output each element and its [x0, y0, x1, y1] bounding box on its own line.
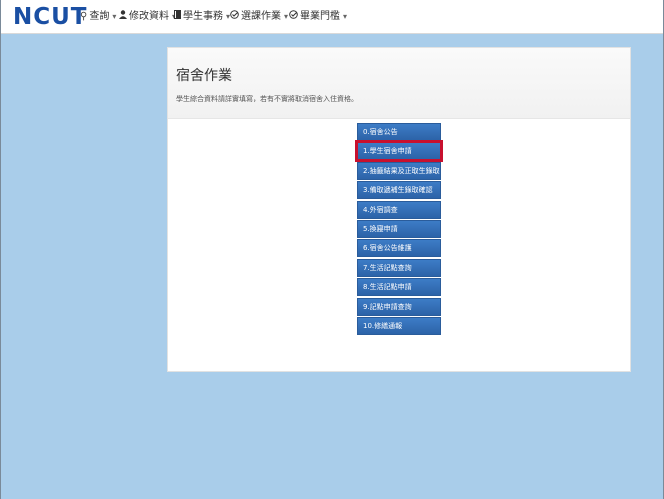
menu-item-repair-report[interactable]: 10.修繕通報 [357, 316, 441, 335]
nav-course-selection-label: 選課作業 [241, 11, 281, 22]
chevron-down-icon: ▾ [343, 12, 348, 21]
dormitory-menu: 0.宿舍公告 1.學生宿舍申請 2.抽籤結果及正取生錄取確認 3.備取遞補生錄取… [355, 123, 443, 336]
nav-course-selection[interactable]: 選課作業 ▾ [230, 10, 288, 24]
menu-item-points-apply[interactable]: 8.生活記點申請 [357, 278, 441, 297]
nav-student-affairs[interactable]: 學生事務 ▾ [174, 10, 230, 24]
menu-item-lottery-result[interactable]: 2.抽籤結果及正取生錄取確認 [357, 161, 441, 180]
nav-student-affairs-label: 學生事務 [183, 11, 223, 22]
book-icon [174, 10, 181, 24]
nav-edit-profile-label: 修改資料 [129, 11, 169, 22]
menu-item-points-apply-query[interactable]: 9.記點申請查詢 [357, 297, 441, 316]
chevron-down-icon: ▾ [284, 12, 289, 21]
nav-graduation-label: 畢業門檻 [300, 11, 340, 22]
nav-query[interactable]: ⚲ 查詢 ▾ [80, 10, 116, 24]
check-circle-icon [289, 10, 298, 24]
chevron-down-icon: ▾ [112, 12, 117, 21]
nav-edit-profile[interactable]: 修改資料 ▾ [119, 10, 176, 24]
menu-item-room-change[interactable]: 5.換寢申請 [357, 219, 441, 238]
search-icon: ⚲ [80, 11, 88, 22]
page-title: 宿舍作業 [176, 68, 232, 84]
page-subtitle: 學生綜合資料請詳實填寫，若有不實將取消宿舍入住資格。 [176, 95, 358, 103]
menu-item-waitlist-confirm[interactable]: 3.備取遞補生錄取確認 [357, 181, 441, 200]
nav-query-label: 查詢 [89, 11, 110, 22]
ncut-logo[interactable]: NCUT [13, 4, 88, 30]
menu-item-offcampus-survey[interactable]: 4.外宿調查 [357, 200, 441, 219]
user-icon [119, 10, 127, 24]
menu-item-announcements[interactable]: 0.宿舍公告 [357, 123, 441, 141]
check-circle-icon [230, 10, 239, 24]
panel-header: 宿舍作業 學生綜合資料請詳實填寫，若有不實將取消宿舍入住資格。 [168, 48, 630, 119]
top-navbar: NCUT ⚲ 查詢 ▾ 修改資料 ▾ 學生事務 ▾ 選課作業 ▾ 畢業門檻 ▾ [1, 0, 663, 34]
nav-graduation[interactable]: 畢業門檻 ▾ [289, 10, 347, 24]
dormitory-panel: 宿舍作業 學生綜合資料請詳實填寫，若有不實將取消宿舍入住資格。 0.宿舍公告 1… [167, 47, 631, 372]
menu-item-announcement-maintenance[interactable]: 6.宿舍公告維護 [357, 239, 441, 258]
menu-item-dorm-application[interactable]: 1.學生宿舍申請 [355, 140, 443, 163]
menu-item-points-query[interactable]: 7.生活記點查詢 [357, 258, 441, 277]
